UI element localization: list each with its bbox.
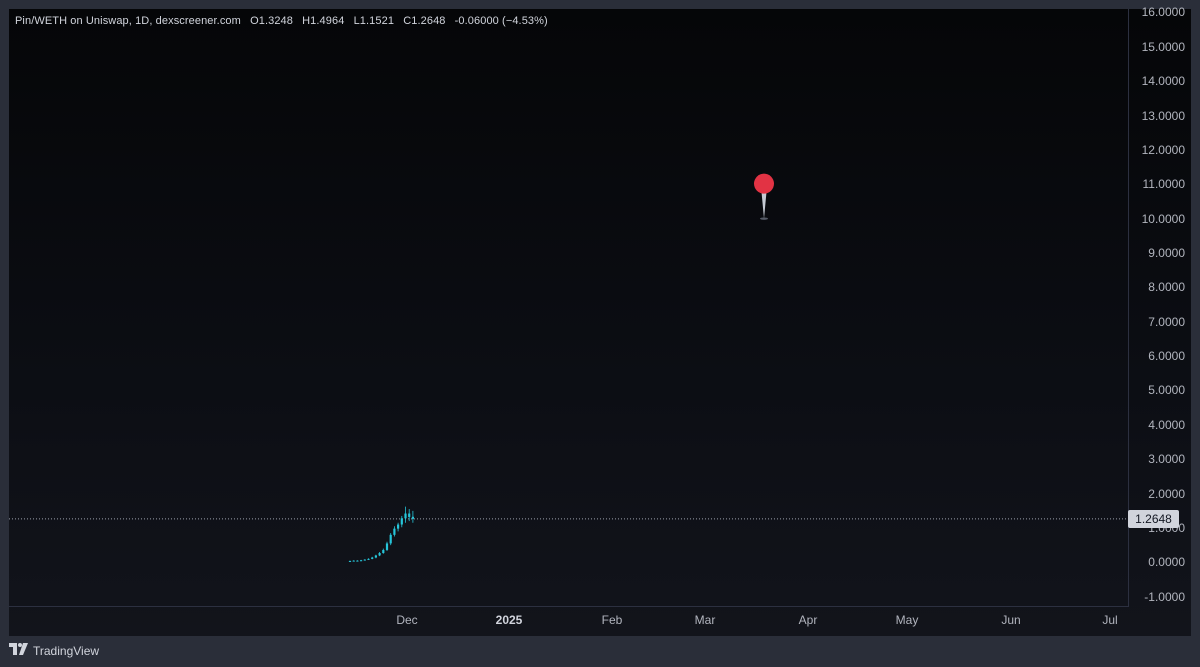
price-tick-label: 12.0000 (1141, 142, 1185, 157)
candle[interactable] (348, 560, 352, 562)
tradingview-logo-icon (9, 642, 29, 660)
tradingview-brand: TradingView (33, 644, 100, 658)
time-tick-label: Apr (798, 613, 818, 627)
price-tick-label: 14.0000 (1141, 74, 1185, 89)
candle[interactable] (393, 526, 396, 537)
price-tick-label: 3.0000 (1148, 452, 1185, 467)
legend-low: L1.1521 (353, 15, 395, 27)
legend-symbol: Pin/WETH on Uniswap, 1D, dexscreener.com (15, 15, 241, 27)
price-tick-label: 4.0000 (1148, 417, 1185, 432)
candle[interactable] (374, 554, 377, 559)
price-tick-label: 10.0000 (1141, 211, 1185, 226)
time-tick-label: Mar (694, 613, 716, 627)
price-tick-label: 15.0000 (1141, 39, 1185, 54)
candle[interactable] (363, 559, 366, 561)
price-tick-label: -1.0000 (1144, 589, 1185, 604)
candle[interactable] (356, 560, 359, 562)
legend-open: O1.3248 (250, 15, 293, 27)
time-tick-label: 2025 (495, 613, 523, 627)
time-axis[interactable]: Dec 2025 Feb Mar Apr May Jun Jul (9, 607, 1129, 636)
time-tick-label: Jun (1001, 613, 1021, 627)
price-tick-label: 6.0000 (1148, 349, 1185, 364)
tradingview-logo[interactable]: TradingView (9, 642, 99, 660)
time-tick-label: Dec (396, 613, 418, 627)
price-tick-label: 13.0000 (1141, 108, 1185, 123)
price-tick-label: 8.0000 (1148, 280, 1185, 295)
candle[interactable] (411, 510, 414, 523)
legend: Pin/WETH on Uniswap, 1D, dexscreener.com… (15, 15, 554, 27)
price-tick-label: 9.0000 (1148, 246, 1185, 260)
candle[interactable] (367, 558, 370, 560)
price-tick-label: 2.0000 (1148, 486, 1185, 501)
legend-change: -0.06000 (−4.53%) (454, 15, 548, 27)
candle[interactable] (389, 533, 392, 546)
legend-high: H1.4964 (302, 15, 345, 27)
chart-frame[interactable]: Pin/WETH on Uniswap, 1D, dexscreener.com… (9, 5, 1191, 636)
candle[interactable] (385, 541, 389, 551)
last-price-label: 1.2648 (1128, 509, 1179, 528)
legend-close: C1.2648 (403, 15, 446, 27)
price-tick-label: 7.0000 (1148, 314, 1185, 329)
candle[interactable] (352, 560, 355, 562)
candle[interactable] (378, 552, 381, 557)
price-plot[interactable] (9, 9, 1129, 607)
candle[interactable] (397, 522, 400, 532)
footer: TradingView (9, 642, 99, 660)
plot-area[interactable]: Pin/WETH on Uniswap, 1D, dexscreener.com… (9, 9, 1129, 607)
price-tick-label: 11.0000 (1142, 177, 1186, 192)
price-tick-label: 5.0000 (1148, 383, 1185, 398)
candle[interactable] (404, 506, 407, 523)
time-tick-label: May (895, 613, 919, 627)
candle[interactable] (371, 556, 374, 560)
candle[interactable] (382, 548, 385, 554)
price-tick-label: 0.0000 (1148, 555, 1185, 570)
price-tick-label: 16.0000 (1141, 5, 1185, 20)
time-tick-label: Feb (601, 613, 623, 627)
candle[interactable] (400, 515, 403, 528)
candle[interactable] (360, 559, 363, 562)
time-tick-label: Jul (1102, 613, 1118, 627)
map-pin-icon[interactable] (754, 173, 774, 220)
